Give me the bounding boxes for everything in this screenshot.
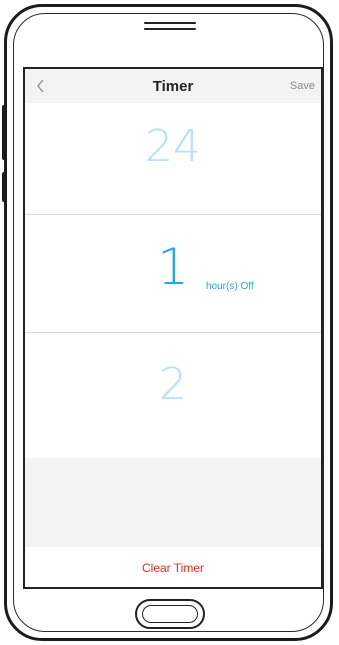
chevron-left-icon — [37, 79, 44, 93]
picker-option-selected[interactable]: 1 — [25, 242, 321, 292]
power-button — [2, 172, 6, 202]
picker-next-value: 2 — [159, 359, 187, 410]
save-button[interactable]: Save — [290, 80, 315, 92]
picker-divider-top — [25, 214, 321, 215]
spacer-band — [25, 458, 321, 547]
picker-option-next[interactable]: 2 — [25, 363, 321, 407]
picker-previous-value: 24 — [145, 121, 201, 172]
home-button[interactable] — [135, 599, 205, 629]
speaker-grille — [144, 22, 196, 31]
unit-label: hour(s) Off — [206, 281, 254, 292]
header-bar: Timer Save — [25, 69, 321, 103]
picker-divider-bottom — [25, 332, 321, 333]
back-button[interactable] — [33, 76, 49, 96]
picker-selected-value: 1 — [157, 238, 189, 296]
page-title: Timer — [152, 78, 194, 95]
volume-button — [2, 105, 6, 160]
clear-timer-button[interactable]: Clear Timer — [25, 547, 321, 587]
app-screen: Timer Save 24 1 hour(s) Off 2 Clear Time… — [23, 67, 323, 589]
picker-option-previous[interactable]: 24 — [25, 125, 321, 169]
